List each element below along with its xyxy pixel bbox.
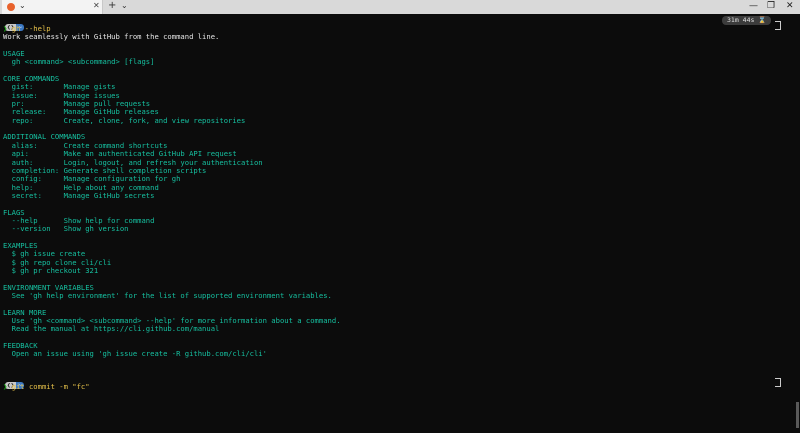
usage-line: gh <command> <subcommand> [flags] bbox=[3, 57, 155, 67]
current-input-line[interactable]: ❯ git commit -m "fc" bbox=[3, 382, 763, 391]
new-tab-button[interactable]: + bbox=[108, 0, 116, 11]
title-bar: ⌄ ✕ + ⌄ — ❐ ✕ bbox=[0, 0, 800, 14]
tab-dropdown-icon[interactable]: ⌄ bbox=[19, 1, 26, 10]
core-command-line: repo: Create, clone, fork, and view repo… bbox=[3, 115, 246, 125]
feedback-line: Open an issue using 'gh issue create -R … bbox=[3, 349, 267, 359]
prompt-symbol: ❯ bbox=[3, 382, 8, 391]
execution-timer: 31m 44s ⌛ bbox=[722, 16, 772, 25]
terminal-output[interactable]: ❯ gh --help Work seamlessly with GitHub … bbox=[3, 24, 763, 359]
scrollbar-thumb[interactable] bbox=[796, 402, 799, 428]
close-window-button[interactable]: ✕ bbox=[786, 1, 794, 11]
prompt-end-marker bbox=[775, 378, 781, 387]
maximize-button[interactable]: ❐ bbox=[767, 1, 775, 11]
example-line: $ gh repo clone cli/cli bbox=[3, 257, 112, 267]
core-commands-header: CORE COMMANDS bbox=[3, 74, 60, 84]
example-line: $ gh pr checkout 321 bbox=[3, 265, 99, 275]
tab-close-button[interactable]: ✕ bbox=[93, 1, 100, 10]
examples-header: EXAMPLES bbox=[3, 240, 38, 250]
prompt-end-marker bbox=[775, 21, 781, 30]
example-line: $ gh issue create bbox=[3, 249, 86, 259]
intro-text: Work seamlessly with GitHub from the com… bbox=[3, 32, 220, 42]
environment-line: See 'gh help environment' for the list o… bbox=[3, 291, 332, 300]
minimize-button[interactable]: — bbox=[749, 1, 758, 11]
ubuntu-icon bbox=[7, 3, 15, 11]
input-area[interactable]: ❯ git commit -m "fc" bbox=[3, 382, 763, 391]
flag-line: --version Show gh version bbox=[3, 224, 129, 234]
tab-menu-button[interactable]: ⌄ bbox=[121, 1, 128, 10]
terminal-tab[interactable]: ⌄ ✕ bbox=[2, 0, 103, 14]
additional-command-line: secret: Manage GitHub secrets bbox=[3, 190, 155, 200]
current-input-text: git commit -m "fc" bbox=[11, 382, 90, 391]
learn-more-line: Read the manual at https://cli.github.co… bbox=[3, 324, 220, 334]
